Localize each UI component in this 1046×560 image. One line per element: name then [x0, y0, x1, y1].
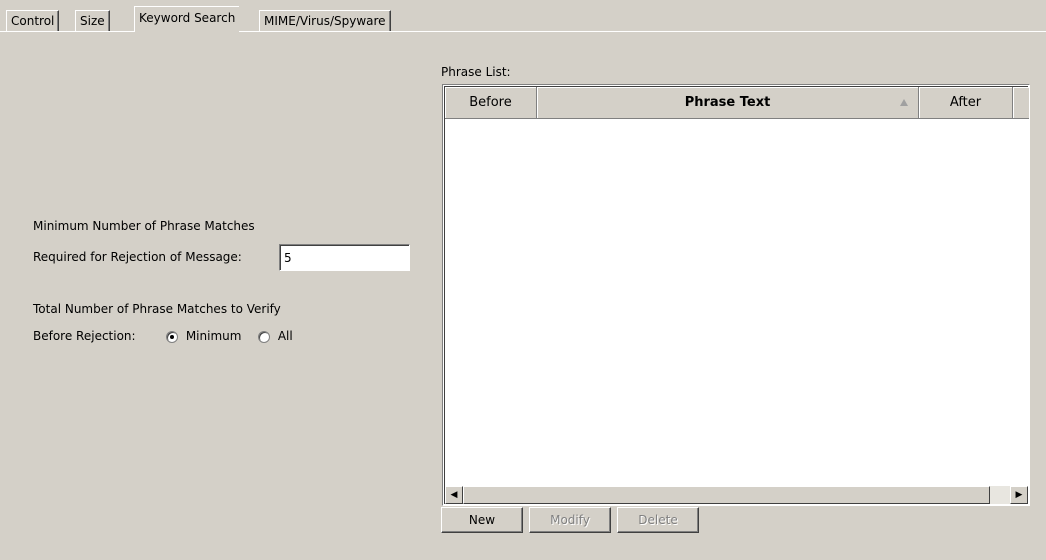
radio-minimum-label: Minimum — [185, 329, 242, 343]
column-header-phrase-text[interactable]: Phrase Text — [537, 87, 919, 119]
arrow-right-icon: ▶ — [1015, 490, 1023, 500]
delete-button[interactable]: Delete — [617, 507, 699, 533]
modify-button[interactable]: Modify — [529, 507, 611, 533]
scroll-right-button[interactable]: ▶ — [1010, 486, 1028, 504]
verify-label-line2: Before Rejection: — [33, 329, 136, 343]
tab-control[interactable]: Control — [6, 10, 60, 31]
horizontal-scrollbar[interactable]: ◀ ▶ — [445, 486, 1028, 504]
phrase-list-table[interactable]: Before Phrase Text After ◀ ▶ — [442, 84, 1030, 506]
radio-minimum-option[interactable]: Minimum — [166, 329, 241, 343]
new-button[interactable]: New — [441, 507, 523, 533]
radio-all[interactable] — [258, 330, 270, 343]
scroll-left-button[interactable]: ◀ — [445, 486, 463, 504]
column-header-after[interactable]: After — [919, 87, 1013, 119]
sort-ascending-icon — [900, 99, 908, 106]
min-matches-input[interactable] — [279, 244, 410, 271]
min-matches-label-line2: Required for Rejection of Message: — [33, 250, 242, 264]
tab-keyword-search[interactable]: Keyword Search — [134, 6, 240, 32]
tab-mime-virus-spyware[interactable]: MIME/Virus/Spyware — [259, 10, 391, 31]
tab-strip: Control Size Keyword Search MIME/Virus/S… — [0, 0, 1046, 32]
radio-all-label: All — [277, 329, 293, 343]
arrow-left-icon: ◀ — [450, 490, 458, 500]
phrase-list-label: Phrase List: — [441, 65, 511, 79]
tab-size[interactable]: Size — [75, 10, 110, 31]
min-matches-label-line1: Minimum Number of Phrase Matches — [33, 219, 255, 233]
scroll-thumb[interactable] — [463, 486, 990, 504]
column-header-before[interactable]: Before — [445, 87, 537, 119]
radio-minimum[interactable] — [166, 330, 178, 343]
column-header-phrase-text-label: Phrase Text — [684, 95, 771, 110]
radio-all-option[interactable]: All — [258, 329, 293, 343]
column-header-filler — [1013, 87, 1029, 119]
verify-label-line1: Total Number of Phrase Matches to Verify — [33, 302, 281, 316]
